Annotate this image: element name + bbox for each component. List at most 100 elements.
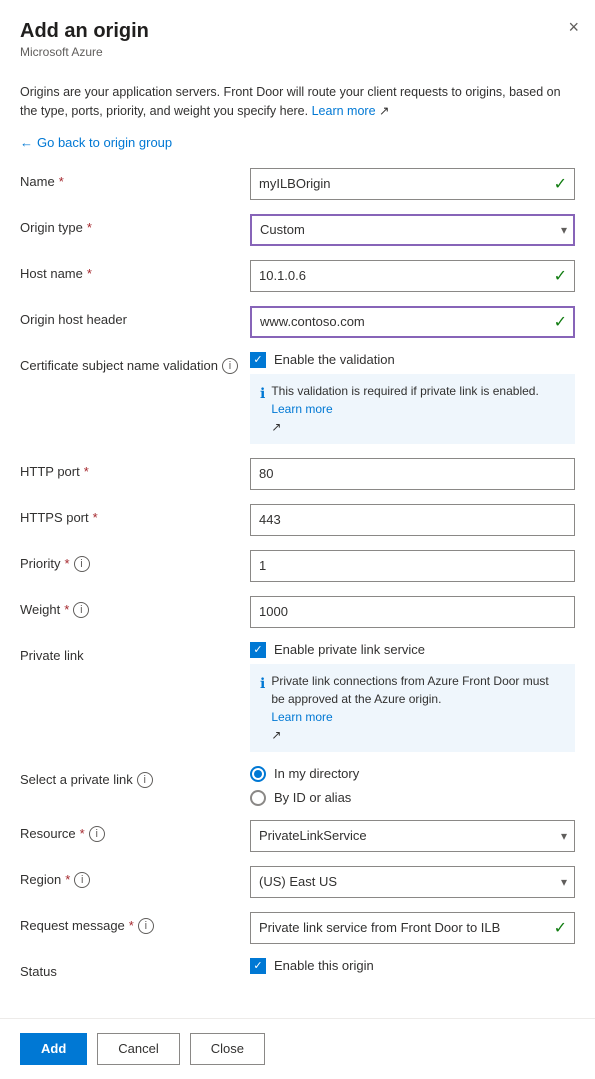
origin-type-row: Origin type * Custom Storage App Service…: [20, 214, 575, 246]
resource-control: PrivateLinkService ▾: [250, 820, 575, 852]
private-link-checkbox-row: Enable private link service: [250, 642, 575, 658]
host-name-input-wrap: ✓: [250, 260, 575, 292]
request-message-control: ✓: [250, 912, 575, 944]
name-input[interactable]: [250, 168, 575, 200]
resource-required: *: [80, 826, 85, 841]
cert-validation-info-icon[interactable]: i: [222, 358, 238, 374]
panel-subtitle: Microsoft Azure: [20, 45, 575, 59]
priority-control: [250, 550, 575, 582]
priority-input[interactable]: [250, 550, 575, 582]
https-port-required: *: [93, 510, 98, 525]
request-message-row: Request message * i ✓: [20, 912, 575, 944]
private-link-label: Private link: [20, 642, 250, 663]
private-link-row: Private link Enable private link service…: [20, 642, 575, 752]
private-link-note-info-icon: ℹ: [260, 673, 265, 694]
cancel-button[interactable]: Cancel: [97, 1033, 179, 1065]
resource-info-icon[interactable]: i: [89, 826, 105, 842]
origin-host-header-check-icon: ✓: [554, 312, 567, 332]
name-check-icon: ✓: [554, 174, 567, 194]
private-link-note-external-icon: ↗: [271, 726, 565, 744]
https-port-input[interactable]: [250, 504, 575, 536]
info-bar-learn-more[interactable]: Learn more: [312, 104, 376, 118]
priority-label: Priority * i: [20, 550, 250, 572]
cert-note-text: This validation is required if private l…: [271, 382, 538, 400]
private-link-note: ℹ Private link connections from Azure Fr…: [250, 664, 575, 752]
resource-row: Resource * i PrivateLinkService ▾: [20, 820, 575, 852]
name-row: Name * ✓: [20, 168, 575, 200]
host-name-input[interactable]: [250, 260, 575, 292]
panel-footer: Add Cancel Close: [0, 1018, 595, 1079]
status-label: Status: [20, 958, 250, 979]
http-port-input[interactable]: [250, 458, 575, 490]
private-link-checkbox-label: Enable private link service: [274, 642, 425, 657]
select-private-link-info-icon[interactable]: i: [137, 772, 153, 788]
name-label: Name *: [20, 168, 250, 189]
cert-validation-note: ℹ This validation is required if private…: [250, 374, 575, 444]
origin-type-select[interactable]: Custom Storage App Service Cloud Service: [250, 214, 575, 246]
cert-note-learn-more[interactable]: Learn more: [271, 400, 538, 418]
request-message-input[interactable]: [250, 912, 575, 944]
status-checkbox[interactable]: [250, 958, 266, 974]
http-port-row: HTTP port *: [20, 458, 575, 490]
region-select[interactable]: (US) East US: [250, 866, 575, 898]
origin-host-header-input-wrap: ✓: [250, 306, 575, 338]
close-footer-button[interactable]: Close: [190, 1033, 265, 1065]
status-row: Status Enable this origin: [20, 958, 575, 990]
cert-validation-label: Certificate subject name validation i: [20, 352, 250, 374]
origin-host-header-input[interactable]: [250, 306, 575, 338]
request-message-info-icon[interactable]: i: [138, 918, 154, 934]
select-private-link-row: Select a private link i In my directory …: [20, 766, 575, 806]
private-link-radio-1[interactable]: [250, 766, 266, 782]
priority-info-icon[interactable]: i: [74, 556, 90, 572]
add-button[interactable]: Add: [20, 1033, 87, 1065]
host-name-required: *: [87, 266, 92, 281]
cert-validation-checkbox[interactable]: [250, 352, 266, 368]
cert-note-info-icon: ℹ: [260, 383, 265, 404]
weight-control: [250, 596, 575, 628]
cert-note-text-wrap: This validation is required if private l…: [271, 382, 538, 436]
weight-label: Weight * i: [20, 596, 250, 618]
close-button[interactable]: ×: [568, 18, 579, 36]
resource-select-wrap: PrivateLinkService ▾: [250, 820, 575, 852]
external-link-icon: ↗: [379, 104, 389, 118]
status-control: Enable this origin: [250, 958, 575, 974]
weight-required: *: [64, 602, 69, 617]
https-port-control: [250, 504, 575, 536]
select-private-link-label: Select a private link i: [20, 766, 250, 788]
region-required: *: [65, 872, 70, 887]
cert-validation-checkbox-label: Enable the validation: [274, 352, 395, 367]
host-name-control: ✓: [250, 260, 575, 292]
private-link-note-learn-more[interactable]: Learn more: [271, 708, 565, 726]
name-input-wrap: ✓: [250, 168, 575, 200]
request-message-label: Request message * i: [20, 912, 250, 934]
weight-info-icon[interactable]: i: [73, 602, 89, 618]
private-link-checkbox[interactable]: [250, 642, 266, 658]
weight-input[interactable]: [250, 596, 575, 628]
origin-host-header-label: Origin host header: [20, 306, 250, 327]
back-link-label: Go back to origin group: [37, 135, 172, 150]
panel: Add an origin Microsoft Azure × Origins …: [0, 0, 595, 1079]
http-port-required: *: [84, 464, 89, 479]
private-link-control: Enable private link service ℹ Private li…: [250, 642, 575, 752]
panel-title: Add an origin: [20, 20, 575, 43]
origin-host-header-control: ✓: [250, 306, 575, 338]
status-checkbox-row: Enable this origin: [250, 958, 575, 974]
name-required: *: [59, 174, 64, 189]
resource-select[interactable]: PrivateLinkService: [250, 820, 575, 852]
panel-body: Origins are your application servers. Fr…: [0, 69, 595, 1018]
cert-note-external-icon: ↗: [271, 418, 538, 436]
host-name-check-icon: ✓: [554, 266, 567, 286]
panel-header: Add an origin Microsoft Azure ×: [0, 0, 595, 69]
host-name-label: Host name *: [20, 260, 250, 281]
private-link-radio-row-2: By ID or alias: [250, 790, 575, 806]
region-info-icon[interactable]: i: [74, 872, 90, 888]
back-link[interactable]: ← Go back to origin group: [20, 135, 172, 150]
https-port-label: HTTPS port *: [20, 504, 250, 525]
priority-required: *: [64, 556, 69, 571]
weight-row: Weight * i: [20, 596, 575, 628]
name-control: ✓: [250, 168, 575, 200]
private-link-radio-2[interactable]: [250, 790, 266, 806]
private-link-radio-label-2: By ID or alias: [274, 790, 351, 805]
origin-type-label: Origin type *: [20, 214, 250, 235]
private-link-note-text-wrap: Private link connections from Azure Fron…: [271, 672, 565, 744]
